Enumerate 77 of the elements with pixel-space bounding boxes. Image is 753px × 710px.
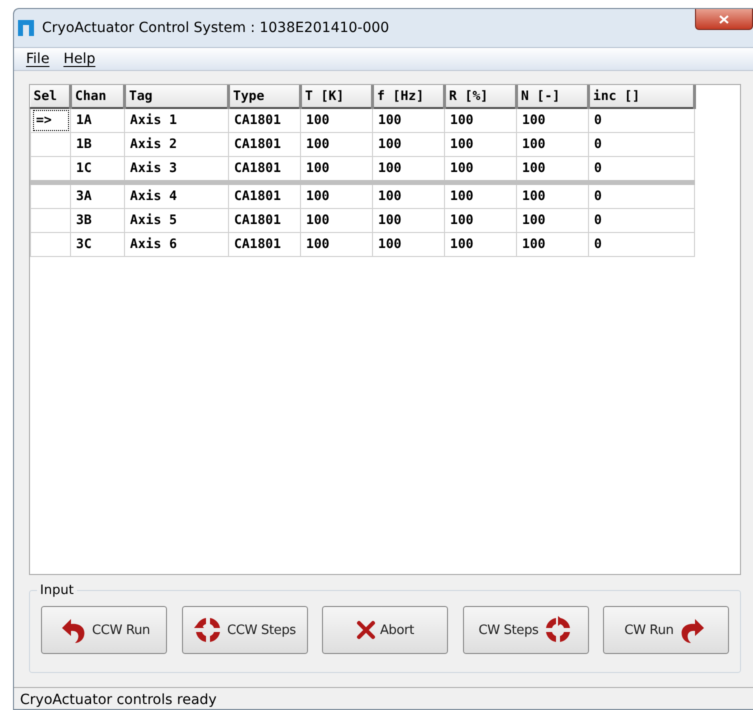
table-cell: 100 [522,137,546,152]
column-header[interactable]: Type [228,85,300,108]
table-cell: 0 [594,113,602,128]
menu-item[interactable]: File [26,51,50,67]
column-header[interactable]: R [%] [444,85,516,108]
table-cell: 100 [306,237,330,252]
table-cell: 100 [522,237,546,252]
cw-run-button[interactable]: CW Run [603,606,729,654]
table-cell: Axis 3 [130,161,177,176]
column-header[interactable]: Chan [70,85,124,108]
close-icon [719,14,729,24]
table-cell: 100 [306,189,330,204]
app-logo-icon [18,20,34,36]
column-header[interactable]: T [K] [300,85,372,108]
table-cell: 100 [378,189,402,204]
table-cell: Axis 4 [130,189,177,204]
table-cell: CA1801 [234,213,281,228]
table-cell: 100 [378,213,402,228]
close-button[interactable] [695,9,753,30]
table-cell: 100 [378,161,402,176]
ccw-run-button[interactable]: CCW Run [41,606,167,654]
selector-cell[interactable] [30,232,70,256]
table-cell: 100 [306,113,330,128]
table-cell: 1B [76,137,92,152]
cw-steps-button[interactable]: CW Steps [462,606,588,654]
table-cell: 100 [450,113,474,128]
table-cell: CA1801 [234,137,281,152]
table-cell: 3A [76,189,92,204]
table-cell: 3B [76,213,92,228]
selector-cell[interactable]: => [30,108,70,132]
table-cell: 100 [306,137,330,152]
table-cell: CA1801 [234,113,281,128]
table-cell: 100 [450,137,474,152]
table-cell: 100 [522,189,546,204]
menu-item[interactable]: Help [63,51,96,67]
table-cell: CA1801 [234,161,281,176]
column-header[interactable]: inc [] [588,85,694,108]
table-cell: 0 [594,213,602,228]
table-cell: 0 [594,137,602,152]
ccw-steps-button[interactable]: CCW Steps [182,606,308,654]
column-header[interactable]: Tag [124,85,228,108]
selector-cell[interactable] [30,132,70,156]
table-cell: 100 [378,113,402,128]
table-cell: 0 [594,161,602,176]
table-cell: Axis 6 [130,237,177,252]
table-cell: Axis 2 [130,137,177,152]
status-bar: CryoActuator controls ready [14,687,753,709]
cross-icon [356,620,376,640]
table-cell: Axis 1 [130,113,177,128]
table-cell: 100 [378,237,402,252]
selector-cell[interactable] [30,156,70,182]
selector-cell[interactable] [30,182,70,208]
table-cell: CA1801 [234,237,281,252]
window-title: CryoActuator Control System : 1038E201410-000 [42,20,390,36]
table-cell: 100 [522,161,546,176]
table-cell: 3C [76,237,92,252]
table-cell: 1C [76,161,92,176]
group-title: Input [39,583,75,598]
table-cell: 0 [594,237,602,252]
table-cell: 100 [450,161,474,176]
table-cell: 100 [522,213,546,228]
table-cell: 100 [450,213,474,228]
table-cell: 100 [522,113,546,128]
table-cell: 100 [450,189,474,204]
table-cell: 0 [594,189,602,204]
column-header[interactable]: f [Hz] [372,85,444,108]
table-cell: 1A [76,113,92,128]
column-header[interactable]: Sel [30,85,70,108]
abort-button[interactable]: Abort [322,606,448,654]
table-cell: CA1801 [234,189,281,204]
column-header[interactable]: N [-] [516,85,588,108]
table-cell: 100 [306,161,330,176]
selector-cell[interactable] [30,208,70,232]
table-cell: 100 [306,213,330,228]
table-cell: 100 [378,137,402,152]
table-cell: Axis 5 [130,213,177,228]
table-cell: 100 [450,237,474,252]
